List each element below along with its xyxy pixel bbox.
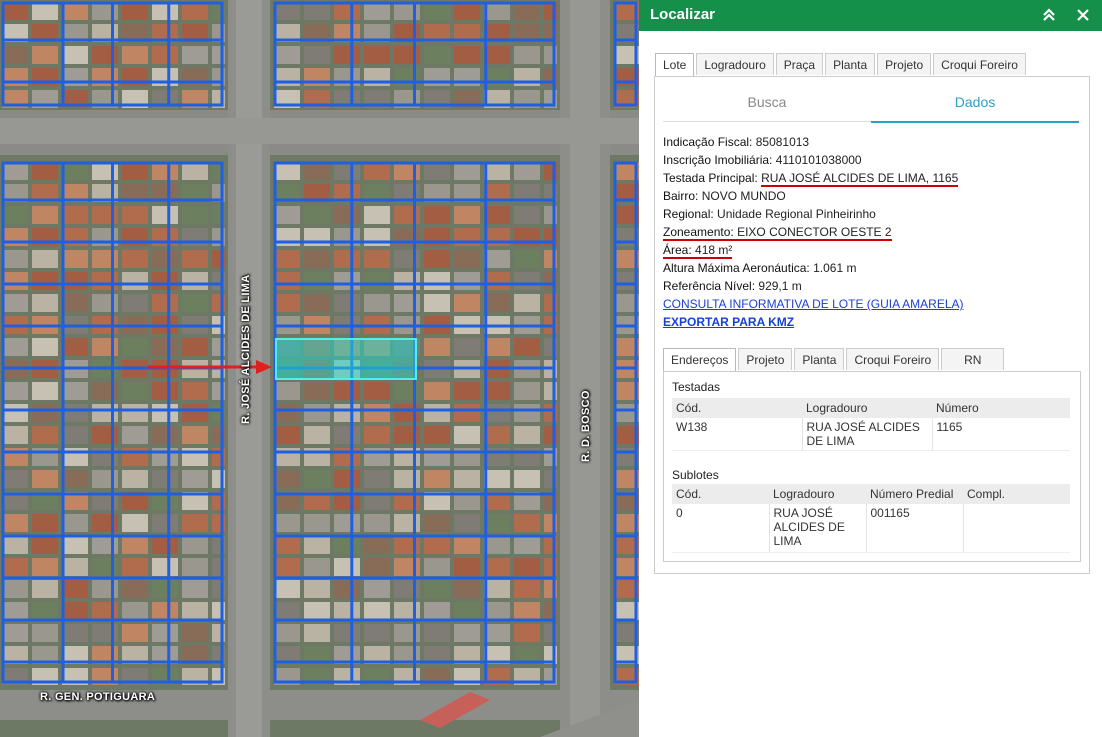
table-row[interactable]: 0 RUA JOSÉ ALCIDES DE LIMA 001165 — [672, 504, 1070, 553]
table-row[interactable]: W138 RUA JOSÉ ALCIDES DE LIMA 1165 — [672, 418, 1070, 451]
col-cod: Cód. — [672, 398, 802, 418]
info-regional: Regional: Unidade Regional Pinheirinho — [663, 207, 876, 221]
panel-title: Localizar — [650, 6, 716, 23]
col-logradouro: Logradouro — [769, 484, 866, 504]
subtab-dados[interactable]: Dados — [871, 87, 1079, 123]
inner-section: Endereços Projeto Planta Croqui Foreiro … — [663, 348, 1081, 563]
info-referencia: Referência Nível: 929,1 m — [663, 279, 802, 293]
info-altura: Altura Máxima Aeronáutica: 1.061 m — [663, 261, 857, 275]
street-label-jose-alcides: R. JOSÉ ALCIDES DE LIMA — [240, 274, 252, 424]
testadas-table: Cód. Logradouro Número W138 RUA JOSÉ ALC… — [672, 398, 1070, 451]
tab-inner-projeto[interactable]: Projeto — [738, 348, 793, 370]
subtabs: Busca Dados — [663, 87, 1080, 123]
sublotes-title: Sublotes — [672, 468, 719, 482]
inner-tabs: Endereços Projeto Planta Croqui Foreiro … — [663, 348, 1006, 372]
aerial-map[interactable]: R. JOSÉ ALCIDES DE LIMA R. D. BOSCO R. G… — [0, 0, 639, 737]
tab-inner-croqui[interactable]: Croqui Foreiro — [846, 348, 940, 370]
panel-header: Localizar — [639, 0, 1102, 31]
lote-info: Indicação Fiscal: 85081013 Inscrição Imo… — [663, 133, 1083, 331]
sublotes-table: Cód. Logradouro Número Predial Compl. 0 … — [672, 484, 1070, 553]
close-icon[interactable] — [1073, 5, 1093, 25]
enderecos-content: Testadas Cód. Logradouro Número W138 RUA… — [663, 371, 1081, 562]
tab-lote[interactable]: Lote — [655, 53, 695, 77]
lote-content: Busca Dados Indicação Fiscal: 85081013 I… — [654, 76, 1090, 574]
col-numero-predial: Número Predial — [866, 484, 963, 504]
subtab-busca[interactable]: Busca — [663, 87, 871, 122]
tab-rn[interactable]: RN — [941, 348, 1005, 370]
info-indicacao-fiscal: Indicação Fiscal: 85081013 — [663, 135, 810, 149]
localizar-panel: Localizar Lote Logradouro Praça Planta P… — [639, 0, 1102, 737]
tab-praca[interactable]: Praça — [775, 53, 824, 75]
col-cod: Cód. — [672, 484, 769, 504]
col-numero: Número — [932, 398, 1070, 418]
info-inscricao: Inscrição Imobiliária: 4110101038000 — [663, 153, 862, 167]
double-chevron-up-icon[interactable] — [1039, 5, 1059, 25]
selected-lot-highlight[interactable] — [275, 338, 417, 380]
tab-inner-planta[interactable]: Planta — [794, 348, 845, 370]
tab-planta[interactable]: Planta — [825, 53, 876, 75]
main-tabs: Lote Logradouro Praça Planta Projeto Cro… — [655, 53, 1028, 77]
tab-logradouro[interactable]: Logradouro — [696, 53, 774, 75]
col-logradouro: Logradouro — [802, 398, 932, 418]
street-label-gen-potiguara: R. GEN. POTIGUARA — [40, 691, 156, 703]
testadas-title: Testadas — [672, 380, 721, 394]
tab-enderecos[interactable]: Endereços — [663, 348, 737, 372]
info-zoneamento: Zoneamento: EIXO CONECTOR OESTE 2 — [663, 225, 892, 241]
info-area: Área: 418 m² — [663, 243, 733, 259]
info-testada: Testada Principal: RUA JOSÉ ALCIDES DE L… — [663, 171, 959, 187]
tab-croqui-foreiro[interactable]: Croqui Foreiro — [933, 53, 1026, 75]
consulta-informativa-link[interactable]: CONSULTA INFORMATIVA DE LOTE (GUIA AMARE… — [663, 297, 964, 311]
map-canvas[interactable] — [0, 0, 639, 737]
info-bairro: Bairro: NOVO MUNDO — [663, 189, 786, 203]
col-compl: Compl. — [963, 484, 1070, 504]
exportar-kmz-link[interactable]: EXPORTAR PARA KMZ — [663, 315, 794, 329]
tab-projeto[interactable]: Projeto — [877, 53, 932, 75]
street-label-d-bosco: R. D. BOSCO — [580, 390, 592, 462]
